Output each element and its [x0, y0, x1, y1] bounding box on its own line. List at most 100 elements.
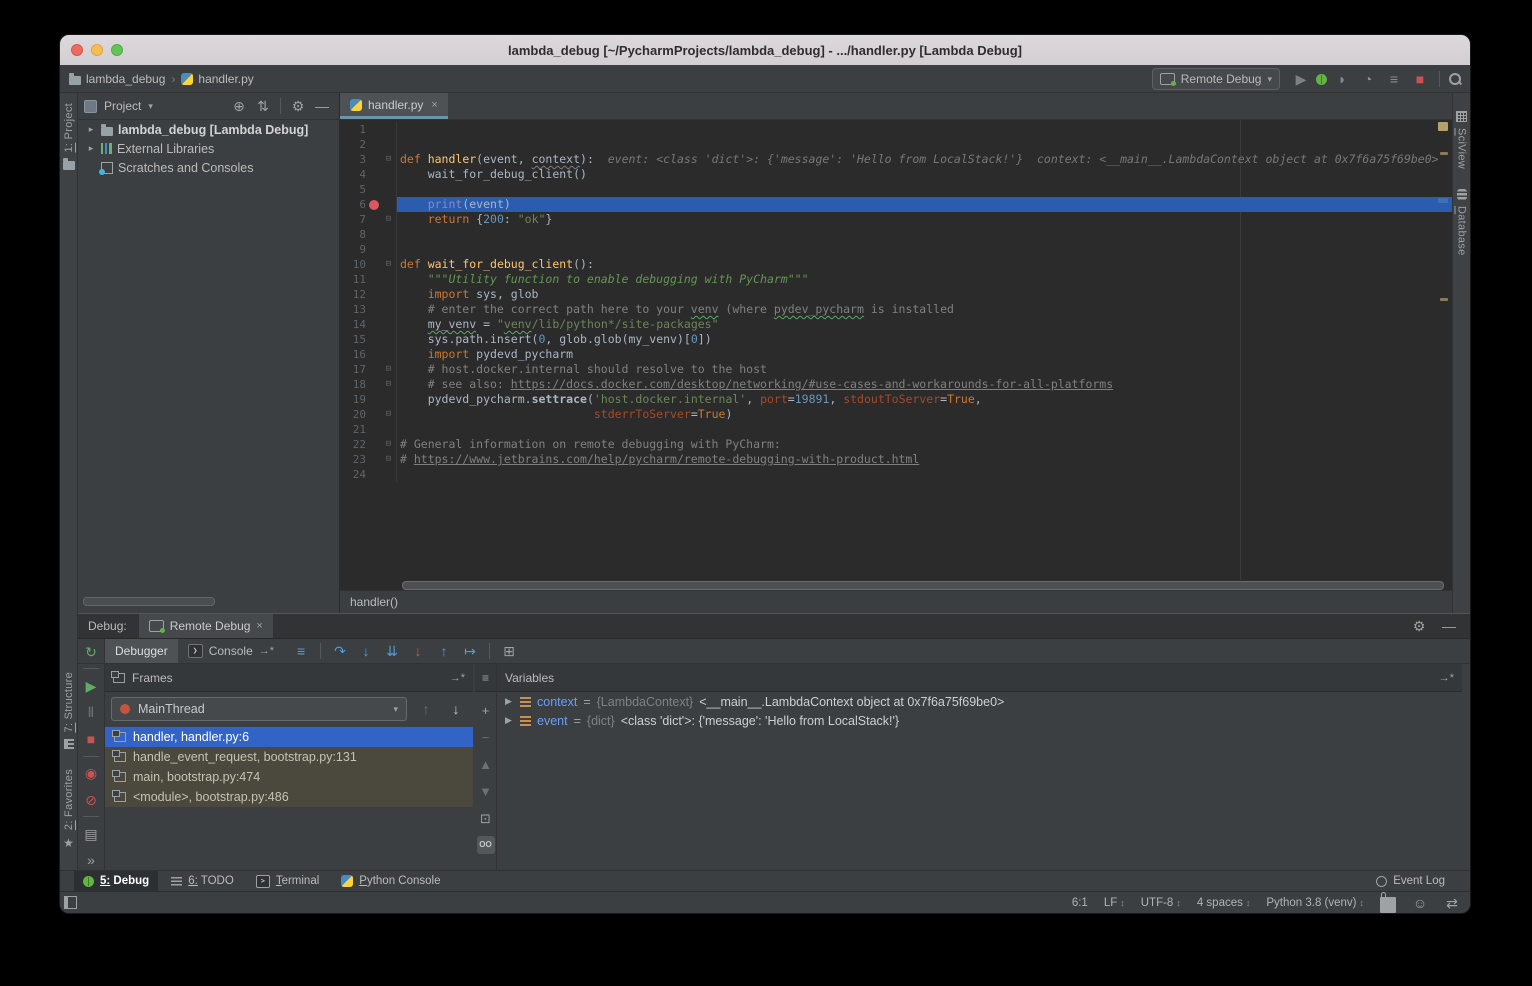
editor-tab-handler[interactable]: handler.py ×: [340, 93, 448, 119]
close-window-button[interactable]: [71, 44, 83, 56]
code-line[interactable]: 16 import pydevd_pycharm: [340, 347, 1452, 362]
code-text[interactable]: [397, 242, 1452, 257]
locate-file-button[interactable]: ⊕: [228, 95, 250, 117]
expand-arrow-icon[interactable]: ▸: [86, 143, 96, 154]
breakpoint-slot[interactable]: [366, 437, 382, 452]
fold-marker-slot[interactable]: [382, 272, 395, 287]
breakpoint-slot[interactable]: [366, 137, 382, 152]
indent-style[interactable]: 4 spaces↕: [1197, 897, 1251, 909]
code-text[interactable]: # host.docker.internal should resolve to…: [397, 362, 1452, 377]
fold-marker-slot[interactable]: [382, 242, 395, 257]
rerun-button[interactable]: ↻: [81, 642, 101, 661]
fold-icon[interactable]: ⊟: [382, 152, 395, 167]
run-button[interactable]: ▶: [1290, 68, 1312, 90]
expand-arrow-icon[interactable]: ▸: [86, 124, 96, 135]
search-everywhere-button[interactable]: [1448, 72, 1462, 86]
code-text[interactable]: [397, 467, 1452, 482]
breakpoint-slot[interactable]: [366, 392, 382, 407]
fold-icon[interactable]: ⊟: [382, 257, 395, 272]
hector-icon[interactable]: ☺: [1412, 895, 1428, 911]
breakpoint-slot[interactable]: [366, 422, 382, 437]
fold-marker-slot[interactable]: [382, 137, 395, 152]
code-text[interactable]: # enter the correct path here to your ve…: [397, 302, 1452, 317]
code-line[interactable]: 12 import sys, glob: [340, 287, 1452, 302]
thread-select[interactable]: MainThread ▾: [111, 697, 407, 721]
event-log-button[interactable]: Event Log: [1367, 871, 1454, 891]
error-stripe-mark[interactable]: [1438, 198, 1448, 203]
settings-button[interactable]: ⚙: [287, 95, 309, 117]
breakpoint-slot[interactable]: [366, 197, 382, 212]
breakpoint-slot[interactable]: [366, 347, 382, 362]
more-options-button[interactable]: »: [81, 851, 101, 870]
breakpoint-slot[interactable]: [366, 152, 382, 167]
code-text[interactable]: my_venv = "venv/lib/python*/site-package…: [397, 317, 1452, 332]
error-stripe-mark[interactable]: [1438, 122, 1448, 131]
stack-frame-row[interactable]: handler, handler.py:6: [105, 727, 473, 747]
code-line[interactable]: 9: [340, 242, 1452, 257]
tool-window-stripe-button[interactable]: 7: Structure: [63, 672, 75, 748]
breadcrumb-function[interactable]: handler(): [350, 595, 398, 609]
interpreter[interactable]: Python 3.8 (venv)↕: [1266, 897, 1364, 909]
fold-marker-slot[interactable]: [382, 227, 395, 242]
add-watch-button[interactable]: +: [477, 701, 495, 719]
lock-icon[interactable]: [1380, 897, 1396, 913]
fold-marker-slot[interactable]: [382, 347, 395, 362]
evaluate-expression-button[interactable]: ⊞: [498, 640, 520, 662]
code-text[interactable]: return {200: "ok"}: [397, 212, 1452, 227]
pause-button[interactable]: Ⅱ: [81, 703, 101, 722]
stack-frame-row[interactable]: handle_event_request, bootstrap.py:131: [105, 747, 473, 767]
show-execution-point-button[interactable]: ≡: [290, 640, 312, 662]
stop-debug-button[interactable]: ■: [81, 729, 101, 748]
code-text[interactable]: [397, 227, 1452, 242]
breakpoint-slot[interactable]: [366, 122, 382, 137]
tool-window-stripe-button[interactable]: 2: Favorites★: [63, 769, 75, 850]
variable-row[interactable]: ▶event={dict}<class 'dict'>: {'message':…: [497, 711, 1462, 730]
minimize-window-button[interactable]: [91, 44, 103, 56]
debug-button[interactable]: [1316, 74, 1327, 85]
code-text[interactable]: [397, 137, 1452, 152]
fold-marker-slot[interactable]: [382, 122, 395, 137]
code-text[interactable]: wait_for_debug_client(): [397, 167, 1452, 182]
run-configurations-button[interactable]: ≡: [1383, 68, 1405, 90]
editor-breadcrumbs[interactable]: handler(): [340, 590, 1452, 613]
tool-window-button-python-console[interactable]: Python Console: [332, 871, 449, 891]
horizontal-scrollbar[interactable]: [83, 597, 215, 606]
stop-button[interactable]: ■: [1409, 68, 1431, 90]
fold-marker-slot[interactable]: [382, 287, 395, 302]
view-breakpoints-button[interactable]: ◉: [81, 764, 101, 783]
fold-icon[interactable]: ⊟: [382, 362, 395, 377]
code-text[interactable]: sys.path.insert(0, glob.glob(my_venv)[0]…: [397, 332, 1452, 347]
zoom-window-button[interactable]: [111, 44, 123, 56]
error-stripe-mark[interactable]: [1440, 298, 1448, 301]
hide-panel-button[interactable]: —: [311, 95, 333, 117]
run-to-cursor-button[interactable]: ↦: [459, 640, 481, 662]
previous-frame-button[interactable]: ↑: [415, 698, 437, 720]
project-tree-item[interactable]: ▸lambda_debug [Lambda Debug]: [78, 120, 339, 139]
fold-icon[interactable]: ⊟: [382, 437, 395, 452]
step-into-my-code-button[interactable]: ⇊: [381, 640, 403, 662]
panel-menu-icon[interactable]: ≡: [475, 664, 496, 692]
code-text[interactable]: def handler(event, context): event: <cla…: [397, 152, 1452, 167]
fold-marker-slot[interactable]: [382, 392, 395, 407]
code-text[interactable]: pydevd_pycharm.settrace('host.docker.int…: [397, 392, 1452, 407]
code-text[interactable]: [397, 422, 1452, 437]
breakpoint-slot[interactable]: [366, 467, 382, 482]
title-bar[interactable]: lambda_debug [~/PycharmProjects/lambda_d…: [60, 35, 1470, 66]
tool-window-button----debug[interactable]: 5: Debug: [74, 871, 158, 891]
expand-arrow-icon[interactable]: ▶: [505, 696, 514, 707]
breakpoint-slot[interactable]: [366, 302, 382, 317]
project-tree-item[interactable]: ▸External Libraries: [78, 139, 339, 158]
breakpoint-slot[interactable]: [366, 182, 382, 197]
scrollbar-thumb[interactable]: [402, 581, 1444, 590]
code-line[interactable]: 10⊟def wait_for_debug_client():: [340, 257, 1452, 272]
fold-marker-slot[interactable]: [382, 182, 395, 197]
code-text[interactable]: def wait_for_debug_client():: [397, 257, 1452, 272]
code-line[interactable]: 24: [340, 467, 1452, 482]
hide-panel-button[interactable]: —: [1438, 615, 1460, 637]
code-text[interactable]: stderrToServer=True): [397, 407, 1452, 422]
code-text[interactable]: # https://www.jetbrains.com/help/pycharm…: [397, 452, 1452, 467]
tab-debugger[interactable]: Debugger: [105, 639, 178, 663]
step-into-button[interactable]: ↓: [355, 640, 377, 662]
breakpoint-slot[interactable]: [366, 242, 382, 257]
code-text[interactable]: # General information on remote debuggin…: [397, 437, 1452, 452]
